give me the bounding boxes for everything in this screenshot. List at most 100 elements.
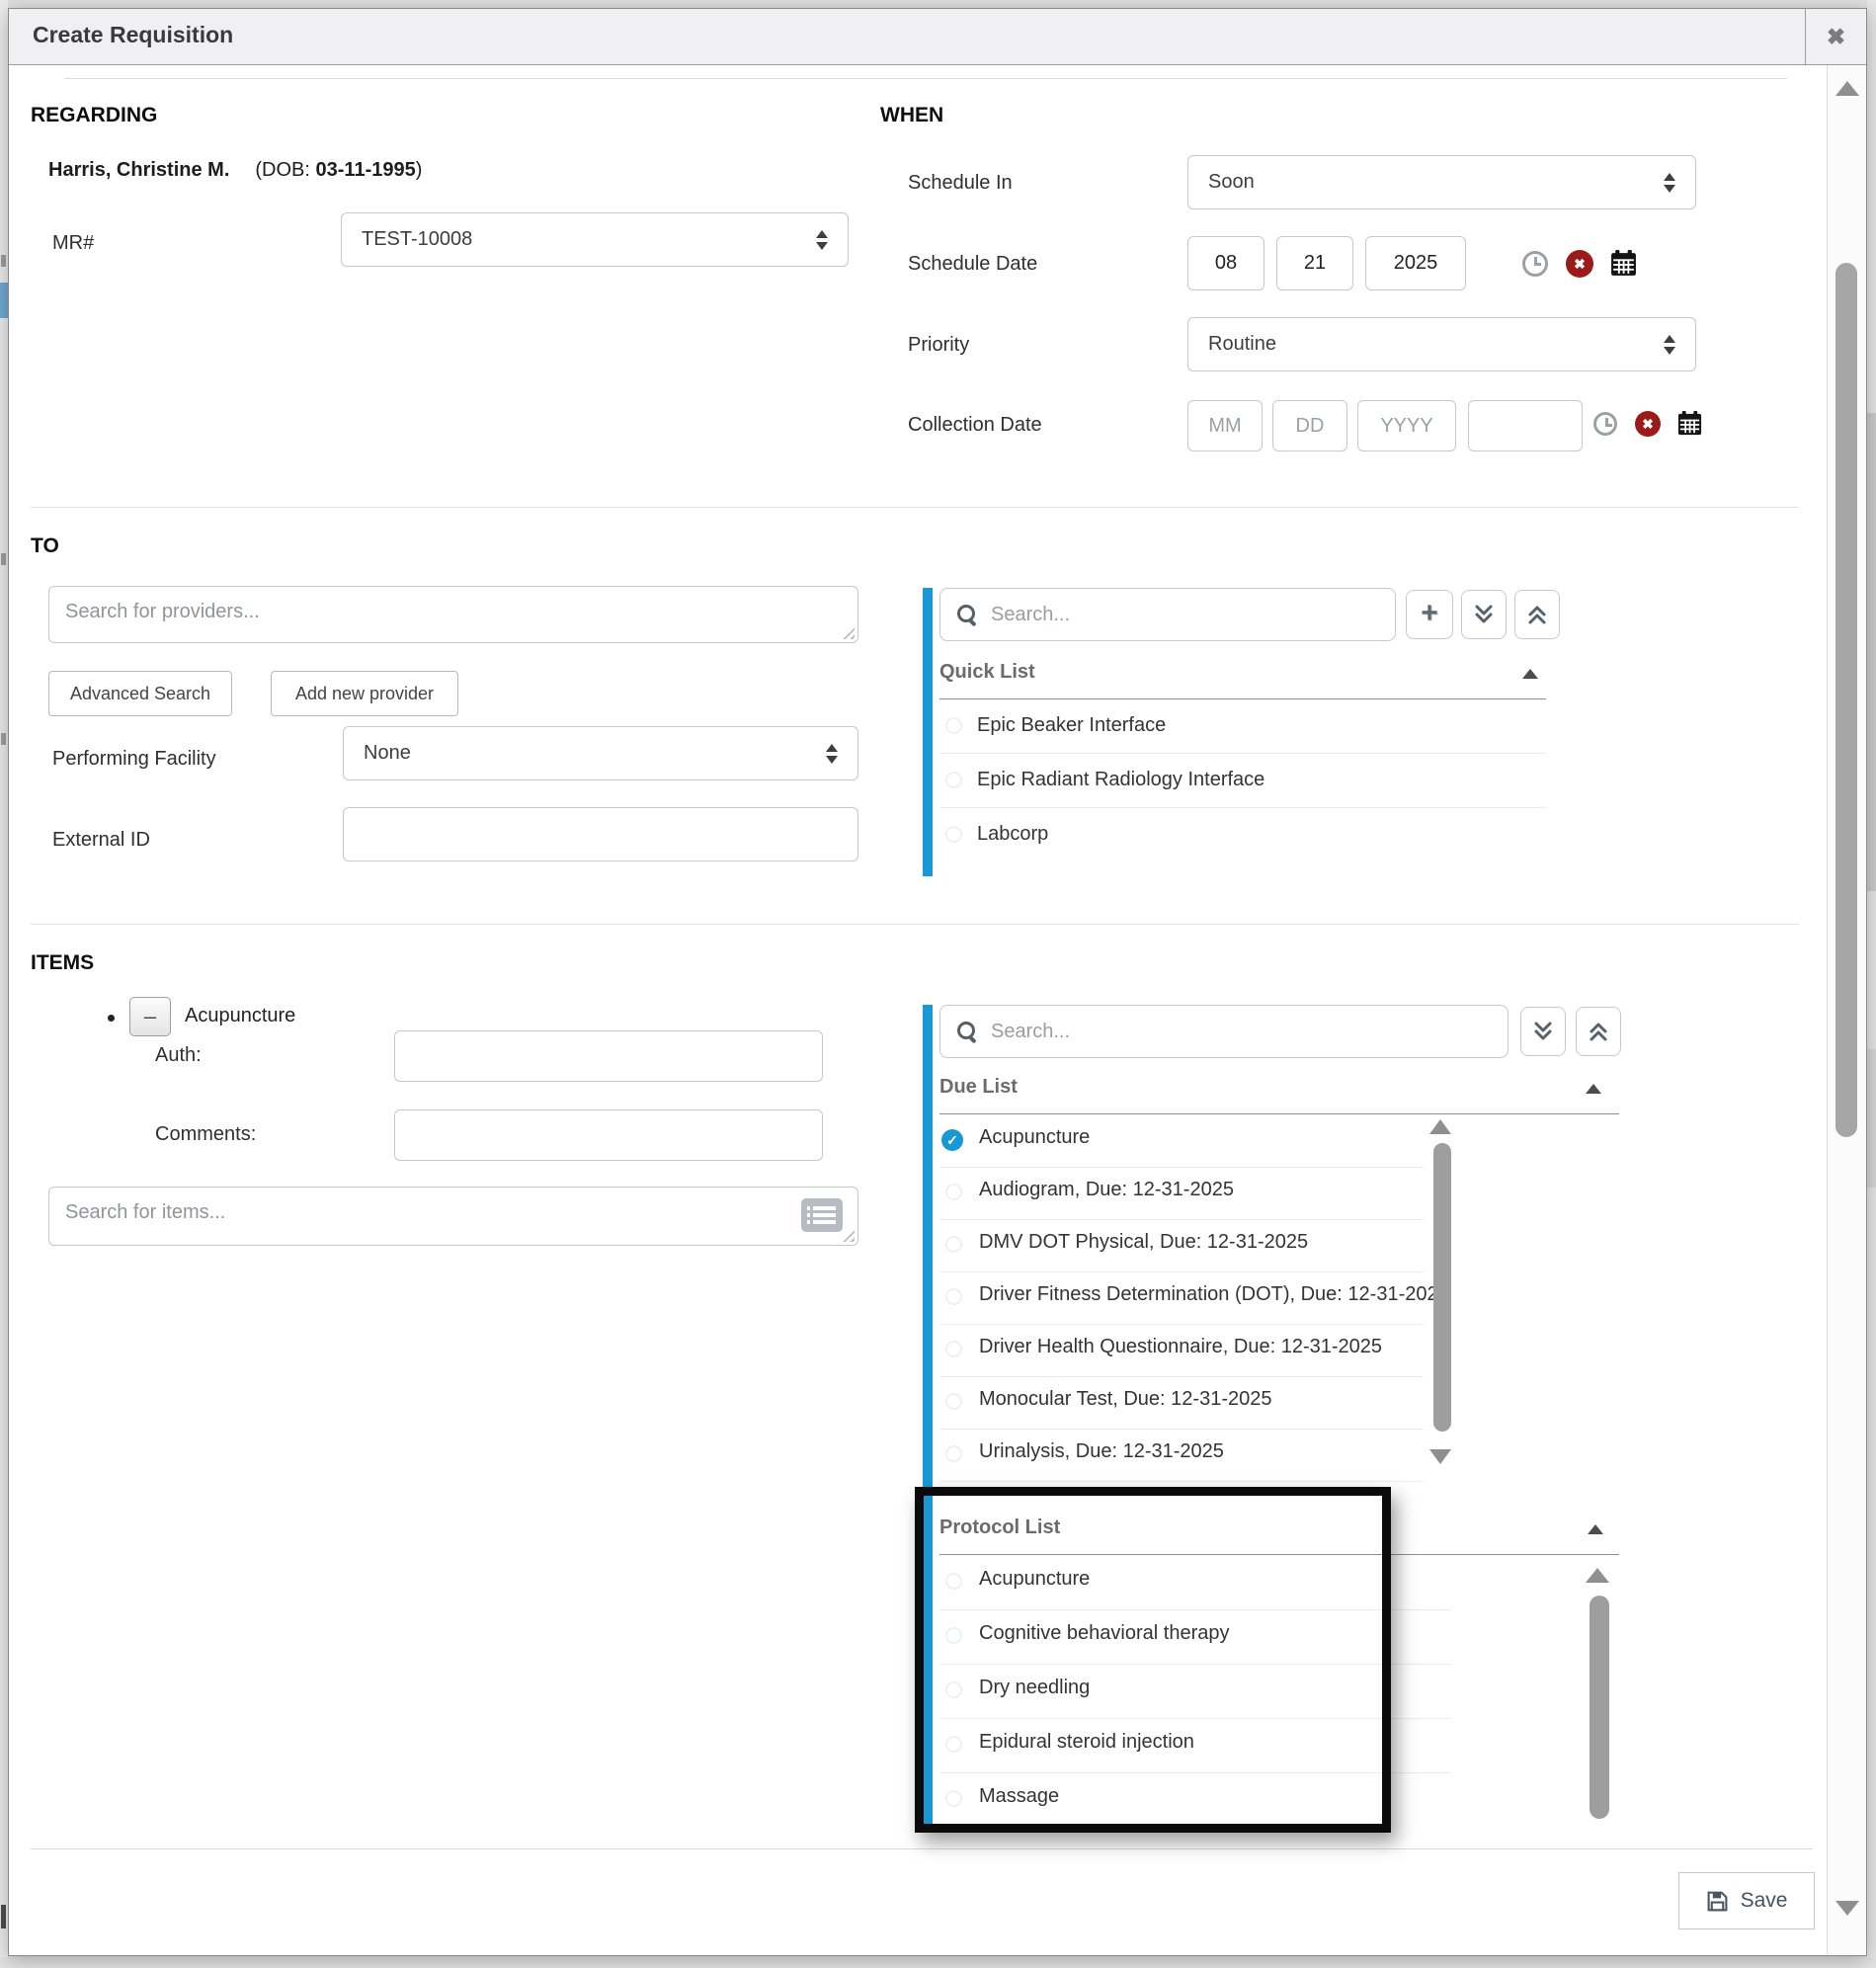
collection-year-input[interactable] xyxy=(1357,400,1456,451)
background-band xyxy=(1867,413,1876,891)
save-button-label: Save xyxy=(1741,1889,1788,1913)
quick-list-header-line xyxy=(939,698,1546,699)
schedule-in-select[interactable]: Soon xyxy=(1187,155,1696,209)
radio-circle-icon[interactable] xyxy=(945,1790,962,1807)
double-chevron-up-icon xyxy=(1587,1020,1610,1043)
protocol-list-collapse-icon[interactable] xyxy=(1588,1524,1603,1534)
scroll-up-icon[interactable] xyxy=(1835,81,1859,96)
collection-month-input[interactable] xyxy=(1187,400,1263,451)
protocol-list-item[interactable]: Cognitive behavioral therapy xyxy=(979,1622,1230,1645)
collection-date-label: Collection Date xyxy=(908,414,1042,437)
schedule-calendar-icon[interactable] xyxy=(1609,249,1638,278)
protocol-list-item[interactable]: Massage xyxy=(979,1785,1059,1808)
row-divider xyxy=(939,1376,1424,1377)
due-list-item[interactable]: Urinalysis, Due: 12-31-2025 xyxy=(979,1440,1224,1463)
radio-circle-icon[interactable] xyxy=(945,1341,962,1357)
radio-circle-icon[interactable] xyxy=(945,1288,962,1305)
add-provider-to-list-button[interactable]: + xyxy=(1406,590,1453,639)
schedule-time-icon[interactable] xyxy=(1522,251,1548,277)
protocol-list-item[interactable]: Epidural steroid injection xyxy=(979,1731,1194,1754)
radio-circle-icon[interactable] xyxy=(945,826,962,843)
mr-label: MR# xyxy=(52,232,94,255)
items-expand-all-button[interactable] xyxy=(1520,1007,1566,1056)
schedule-day-input[interactable] xyxy=(1276,236,1353,290)
items-collapse-all-button[interactable] xyxy=(1576,1007,1621,1056)
due-list-scroll-up-icon[interactable] xyxy=(1429,1119,1451,1134)
advanced-search-button[interactable]: Advanced Search xyxy=(48,671,232,716)
due-list-item[interactable]: Monocular Test, Due: 12-31-2025 xyxy=(979,1388,1271,1411)
collection-time-icon[interactable] xyxy=(1593,412,1617,436)
radio-circle-icon[interactable] xyxy=(945,772,962,788)
priority-value: Routine xyxy=(1208,333,1276,356)
save-icon xyxy=(1706,1890,1729,1913)
quick-list-item[interactable]: Labcorp xyxy=(977,823,1048,846)
collection-calendar-icon[interactable] xyxy=(1676,410,1703,437)
radio-circle-icon[interactable] xyxy=(945,1627,962,1644)
schedule-year-input[interactable] xyxy=(1365,236,1466,290)
provider-search-input[interactable] xyxy=(49,587,857,642)
page-background-bottom xyxy=(0,1957,1876,1968)
due-list-item[interactable]: Driver Health Questionnaire, Due: 12-31-… xyxy=(979,1336,1382,1358)
due-list-scrollbar-thumb[interactable] xyxy=(1433,1143,1451,1432)
background-band xyxy=(1867,1049,1876,1188)
due-list-collapse-icon[interactable] xyxy=(1586,1084,1601,1094)
expand-all-button[interactable] xyxy=(1461,590,1507,639)
radio-circle-icon[interactable] xyxy=(945,1445,962,1462)
top-hairline xyxy=(64,78,1787,79)
protocol-list-item[interactable]: Dry needling xyxy=(979,1677,1090,1699)
close-button[interactable]: ✖ xyxy=(1805,9,1866,64)
priority-select[interactable]: Routine xyxy=(1187,317,1696,371)
due-list-item[interactable]: Acupuncture xyxy=(979,1126,1090,1149)
due-list-item[interactable]: DMV DOT Physical, Due: 12-31-2025 xyxy=(979,1231,1308,1254)
due-list-scroll-down-icon[interactable] xyxy=(1429,1449,1451,1464)
radio-circle-icon[interactable] xyxy=(945,717,962,734)
auth-input[interactable] xyxy=(394,1030,823,1082)
external-id-input[interactable] xyxy=(343,807,858,861)
mr-select[interactable]: TEST-10008 xyxy=(341,212,849,267)
quick-list-item[interactable]: Epic Beaker Interface xyxy=(977,714,1166,737)
radio-circle-icon[interactable] xyxy=(945,1393,962,1410)
collection-time-input[interactable] xyxy=(1468,400,1583,451)
collection-day-input[interactable] xyxy=(1272,400,1347,451)
protocol-list-item[interactable]: Acupuncture xyxy=(979,1568,1090,1591)
radio-circle-icon[interactable] xyxy=(945,1573,962,1590)
items-panel-search-input[interactable] xyxy=(991,1021,1492,1043)
quick-list-search-input[interactable] xyxy=(991,604,1379,626)
schedule-month-input[interactable] xyxy=(1187,236,1264,290)
background-text-fragment xyxy=(1,1905,6,1928)
row-divider xyxy=(939,1271,1424,1272)
due-list-item[interactable]: Driver Fitness Determination (DOT), Due:… xyxy=(979,1283,1449,1306)
scroll-down-icon[interactable] xyxy=(1835,1901,1859,1916)
item-list-picker-icon[interactable] xyxy=(800,1197,844,1238)
schedule-in-label: Schedule In xyxy=(908,172,1013,195)
schedule-clear-icon[interactable]: ✖ xyxy=(1566,250,1593,278)
row-divider xyxy=(939,1481,1424,1482)
performing-facility-select[interactable]: None xyxy=(343,726,858,780)
priority-label: Priority xyxy=(908,334,969,357)
dialog-header: Create Requisition ✖ xyxy=(9,9,1866,65)
comments-input[interactable] xyxy=(394,1109,823,1161)
radio-circle-icon[interactable] xyxy=(945,1236,962,1253)
due-list-item[interactable]: Audiogram, Due: 12-31-2025 xyxy=(979,1179,1234,1201)
row-divider xyxy=(939,1609,1451,1610)
radio-circle-icon[interactable] xyxy=(945,1736,962,1753)
collapse-all-button[interactable] xyxy=(1514,590,1560,639)
performing-facility-label: Performing Facility xyxy=(52,748,216,771)
performing-facility-value: None xyxy=(364,742,411,765)
collapse-item-button[interactable]: – xyxy=(129,997,171,1036)
items-panel-accent-bar xyxy=(923,1005,933,1833)
quick-list-item[interactable]: Epic Radiant Radiology Interface xyxy=(977,769,1264,791)
protocol-list-scroll-up-icon[interactable] xyxy=(1586,1568,1609,1583)
add-new-provider-button[interactable]: Add new provider xyxy=(271,671,458,716)
radio-circle-icon[interactable] xyxy=(945,1184,962,1200)
patient-name: Harris, Christine M. xyxy=(48,159,229,181)
checked-icon[interactable]: ✓ xyxy=(941,1129,963,1151)
quick-list-collapse-icon[interactable] xyxy=(1522,669,1538,679)
row-divider xyxy=(939,1664,1451,1665)
protocol-list-scrollbar-thumb[interactable] xyxy=(1590,1596,1609,1819)
collection-clear-icon[interactable]: ✖ xyxy=(1635,411,1661,437)
scrollbar-thumb[interactable] xyxy=(1835,263,1857,1137)
save-button[interactable]: Save xyxy=(1678,1872,1815,1929)
item-search-input[interactable] xyxy=(49,1188,857,1245)
radio-circle-icon[interactable] xyxy=(945,1681,962,1698)
